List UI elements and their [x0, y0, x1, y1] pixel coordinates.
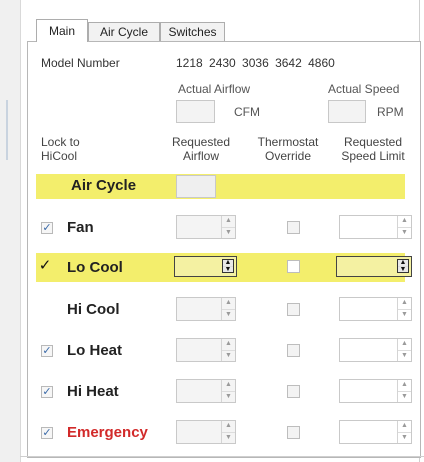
actual-airflow-label: Actual Airflow	[178, 82, 251, 96]
hi-cool-speed-limit-spinner[interactable]: ▲ ▼	[339, 297, 412, 321]
tab-air-cycle-label: Air Cycle	[99, 25, 148, 39]
requested-speed-limit-header: Requested Speed Limit	[341, 135, 405, 163]
model-numbers: 1218 2430 3036 3642 4860	[176, 56, 335, 70]
check-icon: ✓	[42, 427, 52, 439]
down-arrow-icon[interactable]: ▼	[222, 433, 235, 444]
up-arrow-icon[interactable]: ▲	[222, 298, 235, 310]
hi-cool-label: Hi Cool	[67, 301, 120, 318]
down-arrow-icon[interactable]: ▼	[398, 310, 411, 321]
down-arrow-icon[interactable]: ▼	[222, 351, 235, 362]
emergency-override-checkbox[interactable]	[287, 426, 300, 439]
down-arrow-icon[interactable]: ▼	[398, 351, 411, 362]
fan-lock-checkbox[interactable]: ✓	[41, 222, 53, 234]
lo-heat-lock-checkbox[interactable]: ✓	[41, 345, 53, 357]
hi-heat-lock-checkbox[interactable]: ✓	[41, 386, 53, 398]
fan-airflow-spinner[interactable]: ▲ ▼	[176, 215, 236, 239]
air-cycle-field[interactable]	[176, 175, 216, 198]
up-arrow-icon[interactable]: ▲	[222, 380, 235, 392]
up-arrow-icon[interactable]: ▲	[398, 421, 411, 433]
actual-airflow-unit: CFM	[234, 105, 260, 119]
emergency-lock-checkbox[interactable]: ✓	[41, 427, 53, 439]
down-arrow-icon[interactable]: ▼	[222, 228, 235, 239]
tab-main-label: Main	[48, 24, 75, 38]
hi-heat-airflow-spinner[interactable]: ▲ ▼	[176, 379, 236, 403]
up-arrow-icon[interactable]: ▲	[222, 216, 235, 228]
down-arrow-icon[interactable]: ▼	[222, 392, 235, 403]
emergency-label: Emergency	[67, 424, 148, 441]
tab-main[interactable]: Main	[36, 19, 88, 42]
up-arrow-icon[interactable]: ▲	[398, 380, 411, 392]
actual-speed-field	[328, 100, 366, 123]
hi-heat-speed-limit-spinner[interactable]: ▲ ▼	[339, 379, 412, 403]
check-icon: ✓	[38, 257, 52, 274]
lo-heat-airflow-spinner[interactable]: ▲ ▼	[176, 338, 236, 362]
requested-airflow-header: Requested Airflow	[171, 135, 231, 163]
up-arrow-icon[interactable]: ▲	[398, 298, 411, 310]
up-arrow-icon[interactable]: ▲	[398, 216, 411, 228]
fan-override-checkbox[interactable]	[287, 221, 300, 234]
fan-speed-limit-spinner[interactable]: ▲ ▼	[339, 215, 412, 239]
down-arrow-icon[interactable]: ▼	[398, 392, 411, 403]
emergency-airflow-spinner[interactable]: ▲ ▼	[176, 420, 236, 444]
hi-heat-override-checkbox[interactable]	[287, 385, 300, 398]
up-arrow-icon[interactable]: ▲	[222, 339, 235, 351]
lo-heat-label: Lo Heat	[67, 342, 123, 359]
check-icon: ✓	[42, 345, 52, 357]
lo-cool-label: Lo Cool	[67, 259, 123, 276]
lo-cool-lock-checkbox[interactable]: ✓	[38, 257, 52, 274]
lo-cool-airflow-spinner[interactable]: ▲ ▼	[174, 256, 237, 277]
down-arrow-icon[interactable]: ▼	[222, 310, 235, 321]
model-number-label: Model Number	[41, 56, 120, 70]
check-icon: ✓	[42, 386, 52, 398]
down-arrow-icon[interactable]: ▼	[398, 266, 408, 273]
tab-switches-label: Switches	[168, 25, 217, 39]
hi-cool-airflow-spinner[interactable]: ▲ ▼	[176, 297, 236, 321]
actual-speed-unit: RPM	[377, 105, 404, 119]
lo-heat-speed-limit-spinner[interactable]: ▲ ▼	[339, 338, 412, 362]
lo-cool-override-checkbox[interactable]	[287, 260, 300, 273]
actual-speed-label: Actual Speed	[328, 82, 400, 96]
tab-switches[interactable]: Switches	[160, 22, 225, 41]
down-arrow-icon[interactable]: ▼	[223, 266, 233, 273]
down-arrow-icon[interactable]: ▼	[398, 228, 411, 239]
fan-label: Fan	[67, 219, 94, 236]
lo-heat-override-checkbox[interactable]	[287, 344, 300, 357]
up-arrow-icon[interactable]: ▲	[222, 421, 235, 433]
bottom-border	[20, 456, 424, 457]
down-arrow-icon[interactable]: ▼	[398, 433, 411, 444]
air-cycle-label: Air Cycle	[71, 177, 137, 194]
lo-cool-speed-limit-spinner[interactable]: ▲ ▼	[336, 256, 412, 277]
lock-to-hicool-header: Lock to HiCool	[41, 135, 80, 163]
emergency-speed-limit-spinner[interactable]: ▲ ▼	[339, 420, 412, 444]
check-icon: ✓	[42, 222, 52, 234]
hi-cool-override-checkbox[interactable]	[287, 303, 300, 316]
left-gutter	[0, 0, 21, 462]
up-arrow-icon[interactable]: ▲	[398, 339, 411, 351]
hi-heat-label: Hi Heat	[67, 383, 119, 400]
gutter-marker	[6, 100, 8, 160]
tab-air-cycle[interactable]: Air Cycle	[88, 22, 160, 41]
actual-airflow-field	[176, 100, 215, 123]
thermostat-override-header: Thermostat Override	[257, 135, 319, 163]
